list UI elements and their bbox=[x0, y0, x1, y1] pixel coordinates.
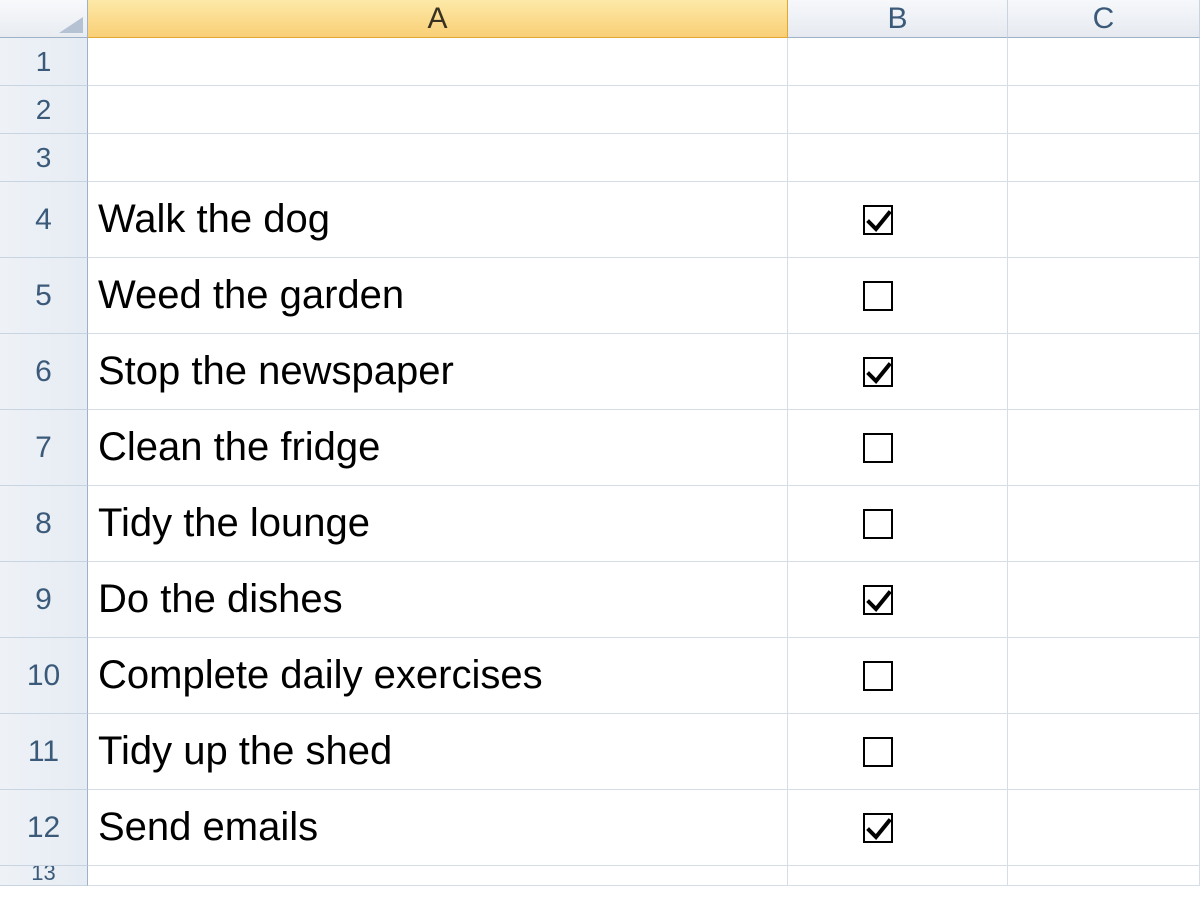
checkbox-row-5[interactable] bbox=[863, 281, 893, 311]
cell-a2[interactable] bbox=[88, 86, 788, 134]
checkmark-icon bbox=[866, 588, 892, 614]
cell-b4[interactable] bbox=[788, 182, 1008, 258]
cell-c6[interactable] bbox=[1008, 334, 1200, 410]
cell-a11[interactable]: Tidy up the shed bbox=[88, 714, 788, 790]
checkbox-row-7[interactable] bbox=[863, 433, 893, 463]
cell-a9[interactable]: Do the dishes bbox=[88, 562, 788, 638]
checkbox-row-6[interactable] bbox=[863, 357, 893, 387]
cell-c2[interactable] bbox=[1008, 86, 1200, 134]
select-all-corner[interactable] bbox=[0, 0, 88, 38]
row-10: 10 Complete daily exercises bbox=[0, 638, 1200, 714]
row-header-5[interactable]: 5 bbox=[0, 258, 88, 334]
cell-c1[interactable] bbox=[1008, 38, 1200, 86]
cell-b2[interactable] bbox=[788, 86, 1008, 134]
row-13: 13 bbox=[0, 866, 1200, 886]
row-9: 9 Do the dishes bbox=[0, 562, 1200, 638]
row-header-3[interactable]: 3 bbox=[0, 134, 88, 182]
select-all-triangle-icon bbox=[59, 17, 83, 33]
column-header-c[interactable]: C bbox=[1008, 0, 1200, 38]
checkbox-row-10[interactable] bbox=[863, 661, 893, 691]
cell-b9[interactable] bbox=[788, 562, 1008, 638]
checkbox-row-4[interactable] bbox=[863, 205, 893, 235]
row-header-6[interactable]: 6 bbox=[0, 334, 88, 410]
cell-b13[interactable] bbox=[788, 866, 1008, 886]
cell-a12[interactable]: Send emails bbox=[88, 790, 788, 866]
cell-b7[interactable] bbox=[788, 410, 1008, 486]
row-8: 8 Tidy the lounge bbox=[0, 486, 1200, 562]
cell-c11[interactable] bbox=[1008, 714, 1200, 790]
cell-a4[interactable]: Walk the dog bbox=[88, 182, 788, 258]
cell-c3[interactable] bbox=[1008, 134, 1200, 182]
cell-b3[interactable] bbox=[788, 134, 1008, 182]
row-3: 3 bbox=[0, 134, 1200, 182]
cell-c7[interactable] bbox=[1008, 410, 1200, 486]
row-header-2[interactable]: 2 bbox=[0, 86, 88, 134]
row-2: 2 bbox=[0, 86, 1200, 134]
row-6: 6 Stop the newspaper bbox=[0, 334, 1200, 410]
cell-c8[interactable] bbox=[1008, 486, 1200, 562]
column-header-row: A B C bbox=[0, 0, 1200, 38]
cell-c10[interactable] bbox=[1008, 638, 1200, 714]
row-1: 1 bbox=[0, 38, 1200, 86]
row-5: 5 Weed the garden bbox=[0, 258, 1200, 334]
cell-c12[interactable] bbox=[1008, 790, 1200, 866]
cell-b1[interactable] bbox=[788, 38, 1008, 86]
cell-a1[interactable] bbox=[88, 38, 788, 86]
cell-c9[interactable] bbox=[1008, 562, 1200, 638]
cell-a6[interactable]: Stop the newspaper bbox=[88, 334, 788, 410]
cell-b6[interactable] bbox=[788, 334, 1008, 410]
row-header-4[interactable]: 4 bbox=[0, 182, 88, 258]
row-header-13-label: 13 bbox=[31, 866, 55, 886]
column-header-b[interactable]: B bbox=[788, 0, 1008, 38]
row-7: 7 Clean the fridge bbox=[0, 410, 1200, 486]
row-header-11[interactable]: 11 bbox=[0, 714, 88, 790]
cell-b5[interactable] bbox=[788, 258, 1008, 334]
cell-a5[interactable]: Weed the garden bbox=[88, 258, 788, 334]
row-header-10[interactable]: 10 bbox=[0, 638, 88, 714]
cell-a7[interactable]: Clean the fridge bbox=[88, 410, 788, 486]
cell-a10[interactable]: Complete daily exercises bbox=[88, 638, 788, 714]
checkmark-icon bbox=[866, 208, 892, 234]
checkbox-row-11[interactable] bbox=[863, 737, 893, 767]
cell-b8[interactable] bbox=[788, 486, 1008, 562]
cell-c13[interactable] bbox=[1008, 866, 1200, 886]
cell-c5[interactable] bbox=[1008, 258, 1200, 334]
cell-b12[interactable] bbox=[788, 790, 1008, 866]
spreadsheet: A B C 1 2 3 4 Walk the dog 5 Weed the ga… bbox=[0, 0, 1200, 902]
cell-b10[interactable] bbox=[788, 638, 1008, 714]
row-header-9[interactable]: 9 bbox=[0, 562, 88, 638]
row-header-8[interactable]: 8 bbox=[0, 486, 88, 562]
cell-a13[interactable] bbox=[88, 866, 788, 886]
cell-c4[interactable] bbox=[1008, 182, 1200, 258]
cell-a3[interactable] bbox=[88, 134, 788, 182]
row-11: 11 Tidy up the shed bbox=[0, 714, 1200, 790]
row-header-13[interactable]: 13 bbox=[0, 866, 88, 886]
cell-b11[interactable] bbox=[788, 714, 1008, 790]
cell-a8[interactable]: Tidy the lounge bbox=[88, 486, 788, 562]
row-header-12[interactable]: 12 bbox=[0, 790, 88, 866]
row-header-1[interactable]: 1 bbox=[0, 38, 88, 86]
row-header-7[interactable]: 7 bbox=[0, 410, 88, 486]
checkbox-row-12[interactable] bbox=[863, 813, 893, 843]
checkbox-row-8[interactable] bbox=[863, 509, 893, 539]
checkbox-row-9[interactable] bbox=[863, 585, 893, 615]
checkmark-icon bbox=[866, 816, 892, 842]
row-12: 12 Send emails bbox=[0, 790, 1200, 866]
column-header-a[interactable]: A bbox=[88, 0, 788, 38]
row-4: 4 Walk the dog bbox=[0, 182, 1200, 258]
checkmark-icon bbox=[866, 360, 892, 386]
